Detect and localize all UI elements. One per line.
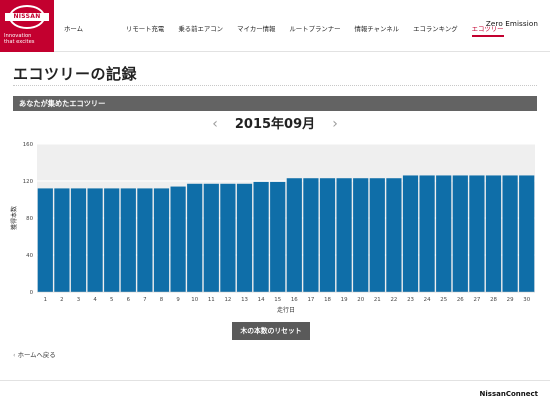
x-tick-label: 23 bbox=[407, 297, 414, 303]
x-tick-label: 29 bbox=[507, 297, 514, 303]
x-tick-label: 5 bbox=[110, 297, 113, 303]
nav-item-my-car[interactable]: マイカー情報 bbox=[237, 0, 275, 52]
nav-item-home[interactable]: ホーム bbox=[64, 0, 83, 52]
bar bbox=[220, 183, 236, 292]
x-tick-label: 20 bbox=[357, 297, 364, 303]
page-title: エコツリーの記録 bbox=[13, 65, 138, 83]
x-tick-label: 22 bbox=[390, 297, 397, 303]
nissanconnect-logo: NissanConnect bbox=[479, 390, 538, 398]
y-tick-label: 40 bbox=[26, 253, 33, 259]
bar bbox=[402, 175, 419, 292]
bar bbox=[137, 188, 153, 292]
brand-tagline: Innovation that excites bbox=[4, 33, 52, 45]
eco-tree-chart: 0 40 80 120 160 1 2 3 4 5 6 7 8 9 10 11 12 13 14 15 16 17 18 19… bbox=[0, 137, 550, 317]
x-tick-label: 24 bbox=[424, 297, 431, 303]
nav-item-route-planner[interactable]: ルートプランナー bbox=[289, 0, 340, 52]
nav-item-eco-ranking[interactable]: エコランキング bbox=[413, 0, 458, 52]
main-nav: ホーム リモート充電 乗る前エアコン マイカー情報 ルートプランナー 情報チャン… bbox=[54, 0, 504, 52]
x-tick-label: 25 bbox=[440, 297, 447, 303]
chart-svg: 040801201601 2 3 4 5 6 7 8 9 10 11 12 13 14 15 16 17 18 19… bbox=[10, 142, 535, 314]
x-axis-title: 走行日 bbox=[277, 306, 295, 314]
x-tick-label: 21 bbox=[374, 297, 381, 303]
y-tick-label: 120 bbox=[23, 179, 34, 185]
bar bbox=[236, 183, 253, 292]
x-tick-label: 26 bbox=[457, 297, 464, 303]
x-tick-label: 11 bbox=[208, 297, 215, 303]
zero-emission-logo: Zero Emission bbox=[485, 19, 538, 28]
bar bbox=[286, 178, 302, 292]
bar bbox=[436, 175, 452, 292]
nav-item-remote-charge[interactable]: リモート充電 bbox=[126, 0, 164, 52]
x-tick-label: 30 bbox=[523, 297, 530, 303]
y-axis-title: 獲得本数 bbox=[10, 206, 18, 230]
footer-divider bbox=[0, 380, 550, 381]
x-tick-label: 2 bbox=[60, 297, 63, 303]
tagline-line-2: that excites bbox=[4, 39, 35, 45]
bar bbox=[502, 175, 518, 292]
x-tick-label: 12 bbox=[224, 297, 231, 303]
bar bbox=[369, 178, 385, 292]
x-tick-label: 6 bbox=[127, 297, 131, 303]
y-tick-label: 0 bbox=[30, 290, 34, 296]
chevron-left-icon: ‹ bbox=[13, 351, 16, 359]
x-tick-label: 27 bbox=[473, 297, 480, 303]
x-tick-label: 13 bbox=[241, 297, 248, 303]
x-tick-label: 17 bbox=[307, 297, 314, 303]
bar bbox=[120, 188, 136, 292]
x-tick-label: 8 bbox=[160, 297, 164, 303]
bar bbox=[353, 178, 369, 292]
nav-item-pre-aircon[interactable]: 乗る前エアコン bbox=[178, 0, 223, 52]
x-tick-label: 15 bbox=[274, 297, 281, 303]
bar bbox=[452, 175, 468, 292]
x-tick-label: 14 bbox=[258, 297, 265, 303]
section-header: あなたが集めたエコツリー bbox=[13, 96, 537, 111]
x-tick-label: 7 bbox=[143, 297, 146, 303]
month-label: 2015年09月 bbox=[234, 117, 316, 132]
x-tick-label: 4 bbox=[93, 297, 97, 303]
y-tick-label: 80 bbox=[26, 216, 33, 222]
bar bbox=[270, 181, 286, 292]
bar bbox=[37, 188, 53, 292]
chevron-right-icon[interactable]: › bbox=[329, 116, 341, 132]
x-tick-label: 10 bbox=[191, 297, 198, 303]
bar bbox=[170, 186, 186, 292]
bar bbox=[419, 175, 435, 292]
bar bbox=[153, 188, 170, 292]
back-link-label: ホームへ戻る bbox=[17, 351, 56, 359]
nissan-logo[interactable]: NISSAN Innovation that excites bbox=[0, 0, 54, 52]
bar bbox=[104, 188, 120, 292]
bar bbox=[70, 188, 87, 292]
month-selector: ‹ 2015年09月 › bbox=[0, 115, 550, 135]
reset-tree-count-button[interactable]: 木の本数のリセット bbox=[232, 322, 310, 340]
x-tick-label: 16 bbox=[291, 297, 298, 303]
chevron-left-icon[interactable]: ‹ bbox=[209, 116, 221, 132]
bar bbox=[187, 183, 203, 292]
bar bbox=[87, 188, 103, 292]
x-tick-label: 3 bbox=[77, 297, 80, 303]
logo-wordmark: NISSAN bbox=[5, 13, 49, 21]
bar bbox=[203, 183, 219, 292]
x-tick-label: 19 bbox=[341, 297, 348, 303]
bar bbox=[386, 178, 402, 292]
x-tick-label: 28 bbox=[490, 297, 497, 303]
site-header: NISSAN Innovation that excites ホーム リモート充… bbox=[0, 0, 550, 52]
title-divider bbox=[13, 85, 537, 86]
nav-item-info-channel[interactable]: 情報チャンネル bbox=[355, 0, 400, 52]
y-tick-label: 160 bbox=[23, 142, 34, 148]
x-tick-label: 1 bbox=[44, 297, 47, 303]
bar bbox=[469, 175, 485, 292]
bar bbox=[54, 188, 70, 292]
back-to-home-link[interactable]: ‹ ホームへ戻る bbox=[13, 350, 56, 359]
bar bbox=[519, 175, 535, 292]
bar bbox=[485, 175, 502, 292]
x-tick-label: 18 bbox=[324, 297, 331, 303]
bar bbox=[336, 178, 352, 292]
bar bbox=[253, 181, 269, 292]
bar bbox=[319, 178, 336, 292]
x-tick-label: 9 bbox=[176, 297, 180, 303]
bar bbox=[303, 178, 319, 292]
